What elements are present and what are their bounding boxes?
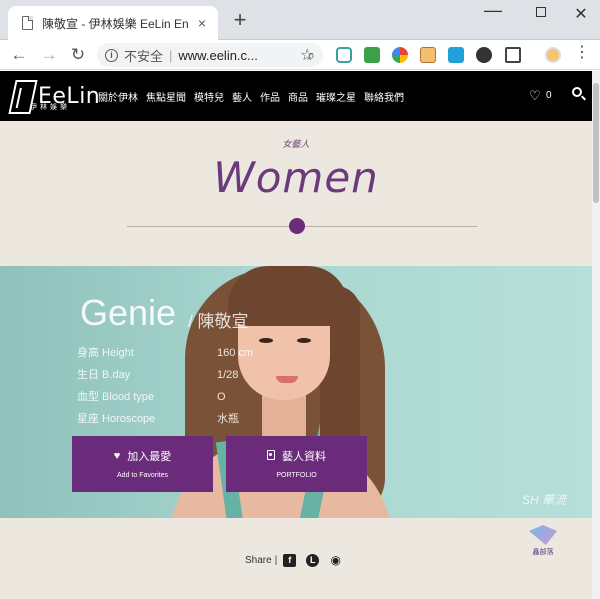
extension-icon-6[interactable] <box>476 47 492 63</box>
share-label: Share <box>245 555 272 566</box>
add-to-favorites-button[interactable]: ♥ 加入最愛 Add to Favorites <box>72 436 213 492</box>
menu-item-models[interactable]: 模特兒 <box>194 89 224 104</box>
tab-close-icon[interactable]: × <box>194 15 210 31</box>
url-text[interactable]: www.eelin.c... <box>178 48 303 63</box>
main-menu: 關於伊林 焦點星聞 模特兒 藝人 作品 商品 璀璨之星 聯絡我們 <box>98 89 404 104</box>
menu-item-news[interactable]: 焦點星聞 <box>146 89 186 104</box>
weibo-icon[interactable]: ◉ <box>329 554 342 567</box>
watermark-text: SH 華流 <box>522 493 567 507</box>
info-value: O <box>217 391 226 403</box>
blog-badge: 鑫部落 <box>526 525 560 559</box>
divider-dot <box>289 218 305 234</box>
favorites-heart-icon[interactable]: ♡ <box>529 88 541 104</box>
info-value: 1/28 <box>217 369 239 381</box>
extension-icon-2[interactable] <box>364 47 380 63</box>
id-card-icon <box>267 449 275 463</box>
browser-tab-strip: 陳敬宣 - 伊林娛樂 EeLin Entertai × + — ✕ <box>0 0 600 40</box>
share-row: Share | f L ◉ <box>245 554 352 567</box>
category-title: Women <box>213 153 379 202</box>
heart-icon: ♥ <box>113 450 121 462</box>
maximize-icon <box>536 7 546 17</box>
portfolio-button[interactable]: 藝人資料 PORTFOLIO <box>226 436 367 492</box>
portfolio-button-main: 藝人資料 <box>226 448 367 464</box>
portrait-eye-left <box>259 338 273 343</box>
forward-button[interactable]: → <box>38 44 60 66</box>
artist-name-en: Genie <box>80 292 177 333</box>
facebook-icon[interactable]: f <box>283 554 297 567</box>
info-label: 生日 B.day <box>77 369 131 381</box>
info-label: 星座 Horoscope <box>77 413 156 425</box>
address-bar[interactable]: i 不安全 | www.eelin.c... ⌕ <box>97 43 323 67</box>
browser-menu-icon[interactable]: ⋮ <box>574 44 590 62</box>
tab-title: 陳敬宣 - 伊林娛樂 EeLin Entertai <box>42 16 188 31</box>
artist-hero: Genie / 陳敬宣 身高 Height 160 cm 生日 B.day 1/28… <box>0 266 592 518</box>
close-window-button[interactable]: ✕ <box>566 4 596 24</box>
info-label: 身高 Height <box>77 347 134 359</box>
maximize-button[interactable] <box>526 4 556 20</box>
page-icon <box>22 16 33 30</box>
line-icon[interactable]: L <box>306 554 320 567</box>
extension-icon-1[interactable] <box>336 47 352 63</box>
profile-avatar-icon[interactable] <box>545 47 561 63</box>
page-content: 女藝人 Women Genie / 陳敬宣 身高 Height 160 cm 生日… <box>0 121 592 599</box>
bookmark-star-icon[interactable]: ☆ <box>300 45 314 65</box>
favorites-button-main: ♥ 加入最愛 <box>72 448 213 464</box>
badge-logo-icon <box>529 525 557 545</box>
address-separator: | <box>169 47 173 63</box>
info-row-horoscope: 星座 Horoscope 水瓶 <box>77 410 239 426</box>
back-button[interactable]: ← <box>8 44 30 66</box>
logo-subtitle: 伊林娛樂 <box>30 104 70 111</box>
menu-item-contact[interactable]: 聯絡我們 <box>364 89 404 104</box>
menu-item-artists[interactable]: 藝人 <box>232 89 252 104</box>
search-icon[interactable] <box>572 87 582 97</box>
menu-item-stars[interactable]: 璀璨之星 <box>316 89 356 104</box>
new-tab-button[interactable]: + <box>229 9 251 31</box>
scrollbar-thumb[interactable] <box>593 83 599 203</box>
menu-item-works[interactable]: 作品 <box>260 89 280 104</box>
favorites-count: 0 <box>546 90 552 101</box>
artist-name-cn: / 陳敬宣 <box>188 312 249 331</box>
reload-button[interactable]: ↻ <box>67 44 89 66</box>
minimize-button[interactable]: — <box>478 0 508 21</box>
info-icon[interactable]: i <box>105 48 118 62</box>
browser-tab[interactable]: 陳敬宣 - 伊林娛樂 EeLin Entertai × <box>8 6 218 40</box>
info-row-birthday: 生日 B.day 1/28 <box>77 366 238 382</box>
info-row-blood: 血型 Blood type O <box>77 388 226 404</box>
category-subtitle: 女藝人 <box>282 139 310 149</box>
menu-item-about[interactable]: 關於伊林 <box>98 89 138 104</box>
info-label: 血型 Blood type <box>77 391 155 403</box>
extension-icon-4[interactable] <box>420 47 436 63</box>
share-separator: | <box>274 555 278 566</box>
page-scrollbar[interactable] <box>592 71 600 599</box>
screenshot-extension-icon[interactable] <box>505 47 521 63</box>
info-value: 160 cm <box>217 347 254 359</box>
portfolio-button-label: 藝人資料 <box>282 451 326 463</box>
favorites-button-label: 加入最愛 <box>127 451 172 463</box>
security-label: 不安全 <box>124 48 164 64</box>
extension-icon-5[interactable] <box>448 47 464 63</box>
portrait-eye-right <box>297 338 311 343</box>
extension-icon-3[interactable] <box>392 47 408 63</box>
badge-text: 鑫部落 <box>532 549 554 556</box>
info-row-height: 身高 Height 160 cm <box>77 344 253 360</box>
portfolio-button-sublabel: PORTFOLIO <box>276 472 317 479</box>
favorites-button-sublabel: Add to Favorites <box>117 472 168 479</box>
info-value: 水瓶 <box>217 413 239 425</box>
portrait-mouth <box>276 376 298 383</box>
site-navbar: EeLin 伊林娛樂 關於伊林 焦點星聞 模特兒 藝人 作品 商品 璀璨之星 聯… <box>0 71 592 121</box>
menu-item-products[interactable]: 商品 <box>288 89 308 104</box>
